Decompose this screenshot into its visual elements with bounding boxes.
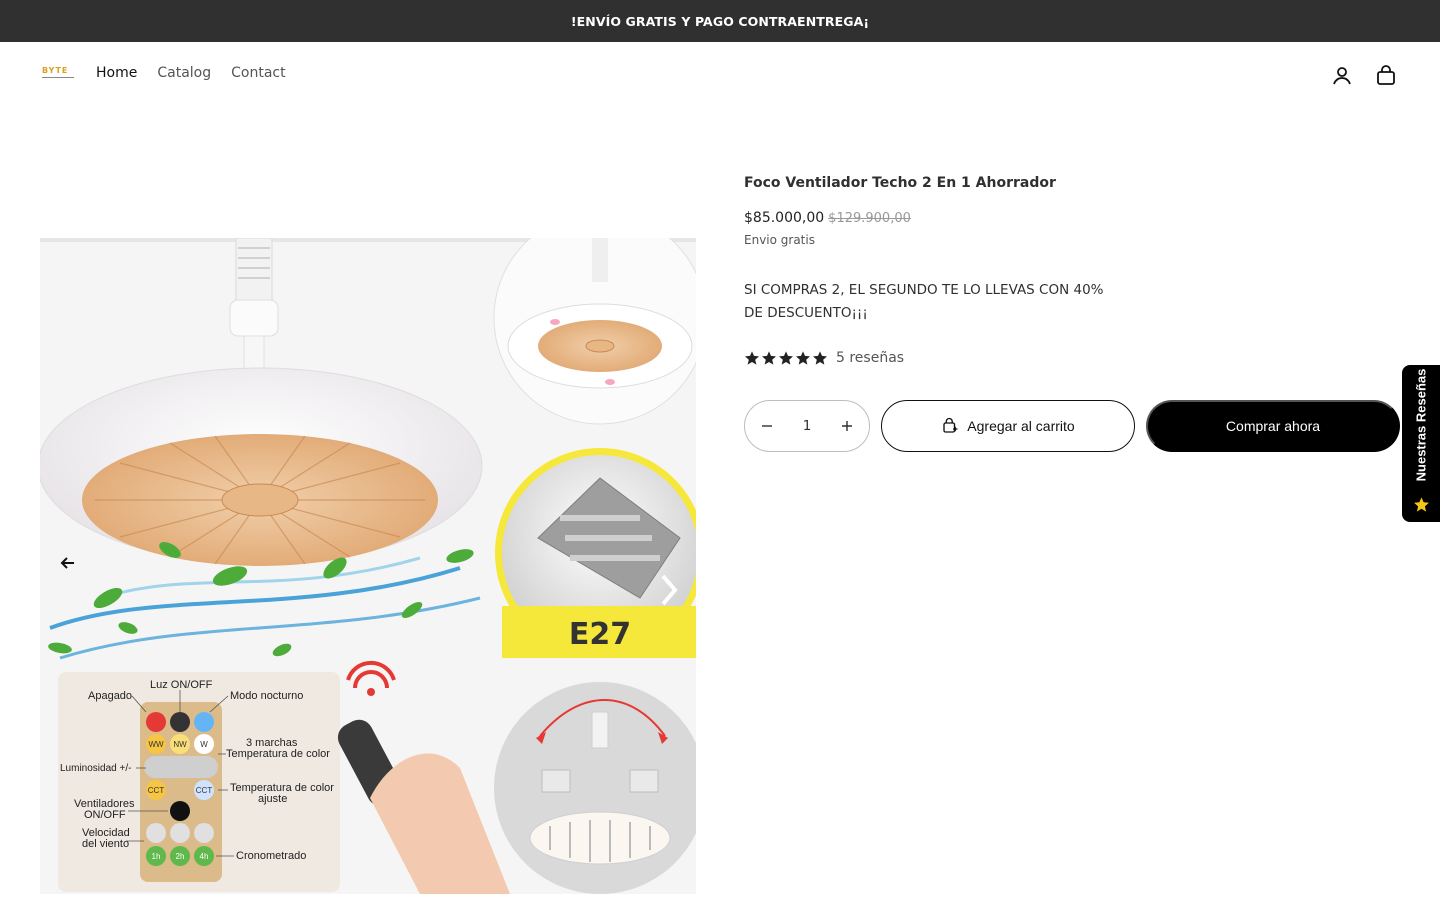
product-image[interactable]: E27 WW NW W CCT CCT 1h 2h 4h Luz ON/OFF … — [40, 238, 696, 894]
star-icon — [745, 351, 759, 365]
star-icon — [796, 351, 810, 365]
cart-icon[interactable] — [1374, 64, 1398, 88]
rating-summary[interactable]: 5 reseñas — [744, 350, 904, 366]
btn-2h: 2h — [176, 852, 185, 861]
add-to-cart-label: Agregar al carrito — [967, 418, 1075, 434]
gallery-prev-arrow[interactable] — [54, 550, 82, 576]
reviews-tab-label: Nuestras Reseñas — [1413, 368, 1429, 482]
star-rating — [744, 350, 828, 366]
label-apagado: Apagado — [88, 690, 132, 702]
star-icon — [762, 351, 776, 365]
quantity-decrease-button[interactable] — [755, 414, 779, 438]
label-luminosidad: Luminosidad +/- — [60, 763, 131, 774]
nav-catalog[interactable]: Catalog — [157, 65, 211, 81]
label-vent-2: ON/OFF — [84, 809, 126, 821]
gallery-next-arrow[interactable] — [654, 570, 684, 610]
minus-icon — [762, 425, 772, 427]
star-icon — [1414, 497, 1429, 512]
compare-price: $129.900,00 — [828, 211, 911, 226]
label-luz: Luz ON/OFF — [150, 679, 213, 691]
btn-cct-plus: CCT — [196, 786, 213, 795]
account-icon[interactable] — [1330, 64, 1354, 88]
review-count: 5 reseñas — [836, 350, 905, 366]
buy-now-button[interactable]: Comprar ahora — [1146, 400, 1400, 452]
shipping-note: Envio gratis — [744, 233, 815, 247]
nav-home[interactable]: Home — [96, 65, 137, 81]
quantity-stepper — [744, 400, 870, 452]
cart-add-icon — [943, 417, 958, 433]
nav-contact[interactable]: Contact — [231, 65, 285, 81]
product-photo-collage: E27 WW NW W CCT CCT 1h 2h 4h Luz ON/OFF … — [40, 238, 696, 894]
product-title: Foco Ventilador Techo 2 En 1 Ahorrador — [744, 175, 1056, 191]
btn-4h: 4h — [200, 852, 209, 861]
label-ajuste-2: ajuste — [258, 793, 287, 805]
site-logo[interactable]: BYTE — [42, 66, 74, 80]
label-vel-2: del viento — [82, 838, 129, 850]
label-crono: Cronometrado — [236, 850, 306, 862]
label-nocturno: Modo nocturno — [230, 690, 303, 702]
logo-text: BYTE — [42, 66, 69, 75]
product-price: $85.000,00 — [744, 210, 825, 226]
site-header: BYTE Home Catalog Contact — [0, 42, 1440, 110]
price-row: $85.000,00 $129.900,00 — [744, 210, 911, 226]
plus-icon — [842, 421, 852, 431]
announcement-bar: !ENVÍO GRATIS Y PAGO CONTRAENTREGA¡ — [0, 0, 1440, 42]
announcement-text: !ENVÍO GRATIS Y PAGO CONTRAENTREGA¡ — [570, 13, 870, 29]
buy-now-label: Comprar ahora — [1225, 418, 1321, 434]
quantity-increase-button[interactable] — [835, 414, 859, 438]
star-icon — [813, 351, 827, 365]
reviews-tab[interactable]: Nuestras Reseñas — [1402, 365, 1440, 522]
quantity-input[interactable] — [792, 418, 822, 434]
btn-w: W — [200, 740, 208, 749]
btn-ww: WW — [148, 740, 164, 749]
add-to-cart-button[interactable]: Agregar al carrito — [881, 400, 1135, 452]
promo-text: SI COMPRAS 2, EL SEGUNDO TE LO LLEVAS CO… — [744, 282, 1104, 321]
logo-underline — [42, 77, 74, 78]
e27-label: E27 — [569, 617, 631, 652]
btn-nw: NW — [173, 740, 187, 749]
main-nav: Home Catalog Contact — [96, 65, 286, 81]
btn-cct-minus: CCT — [148, 786, 165, 795]
btn-1h: 1h — [152, 852, 161, 861]
star-icon — [779, 351, 793, 365]
label-marchas-2: Temperatura de color — [226, 748, 330, 760]
